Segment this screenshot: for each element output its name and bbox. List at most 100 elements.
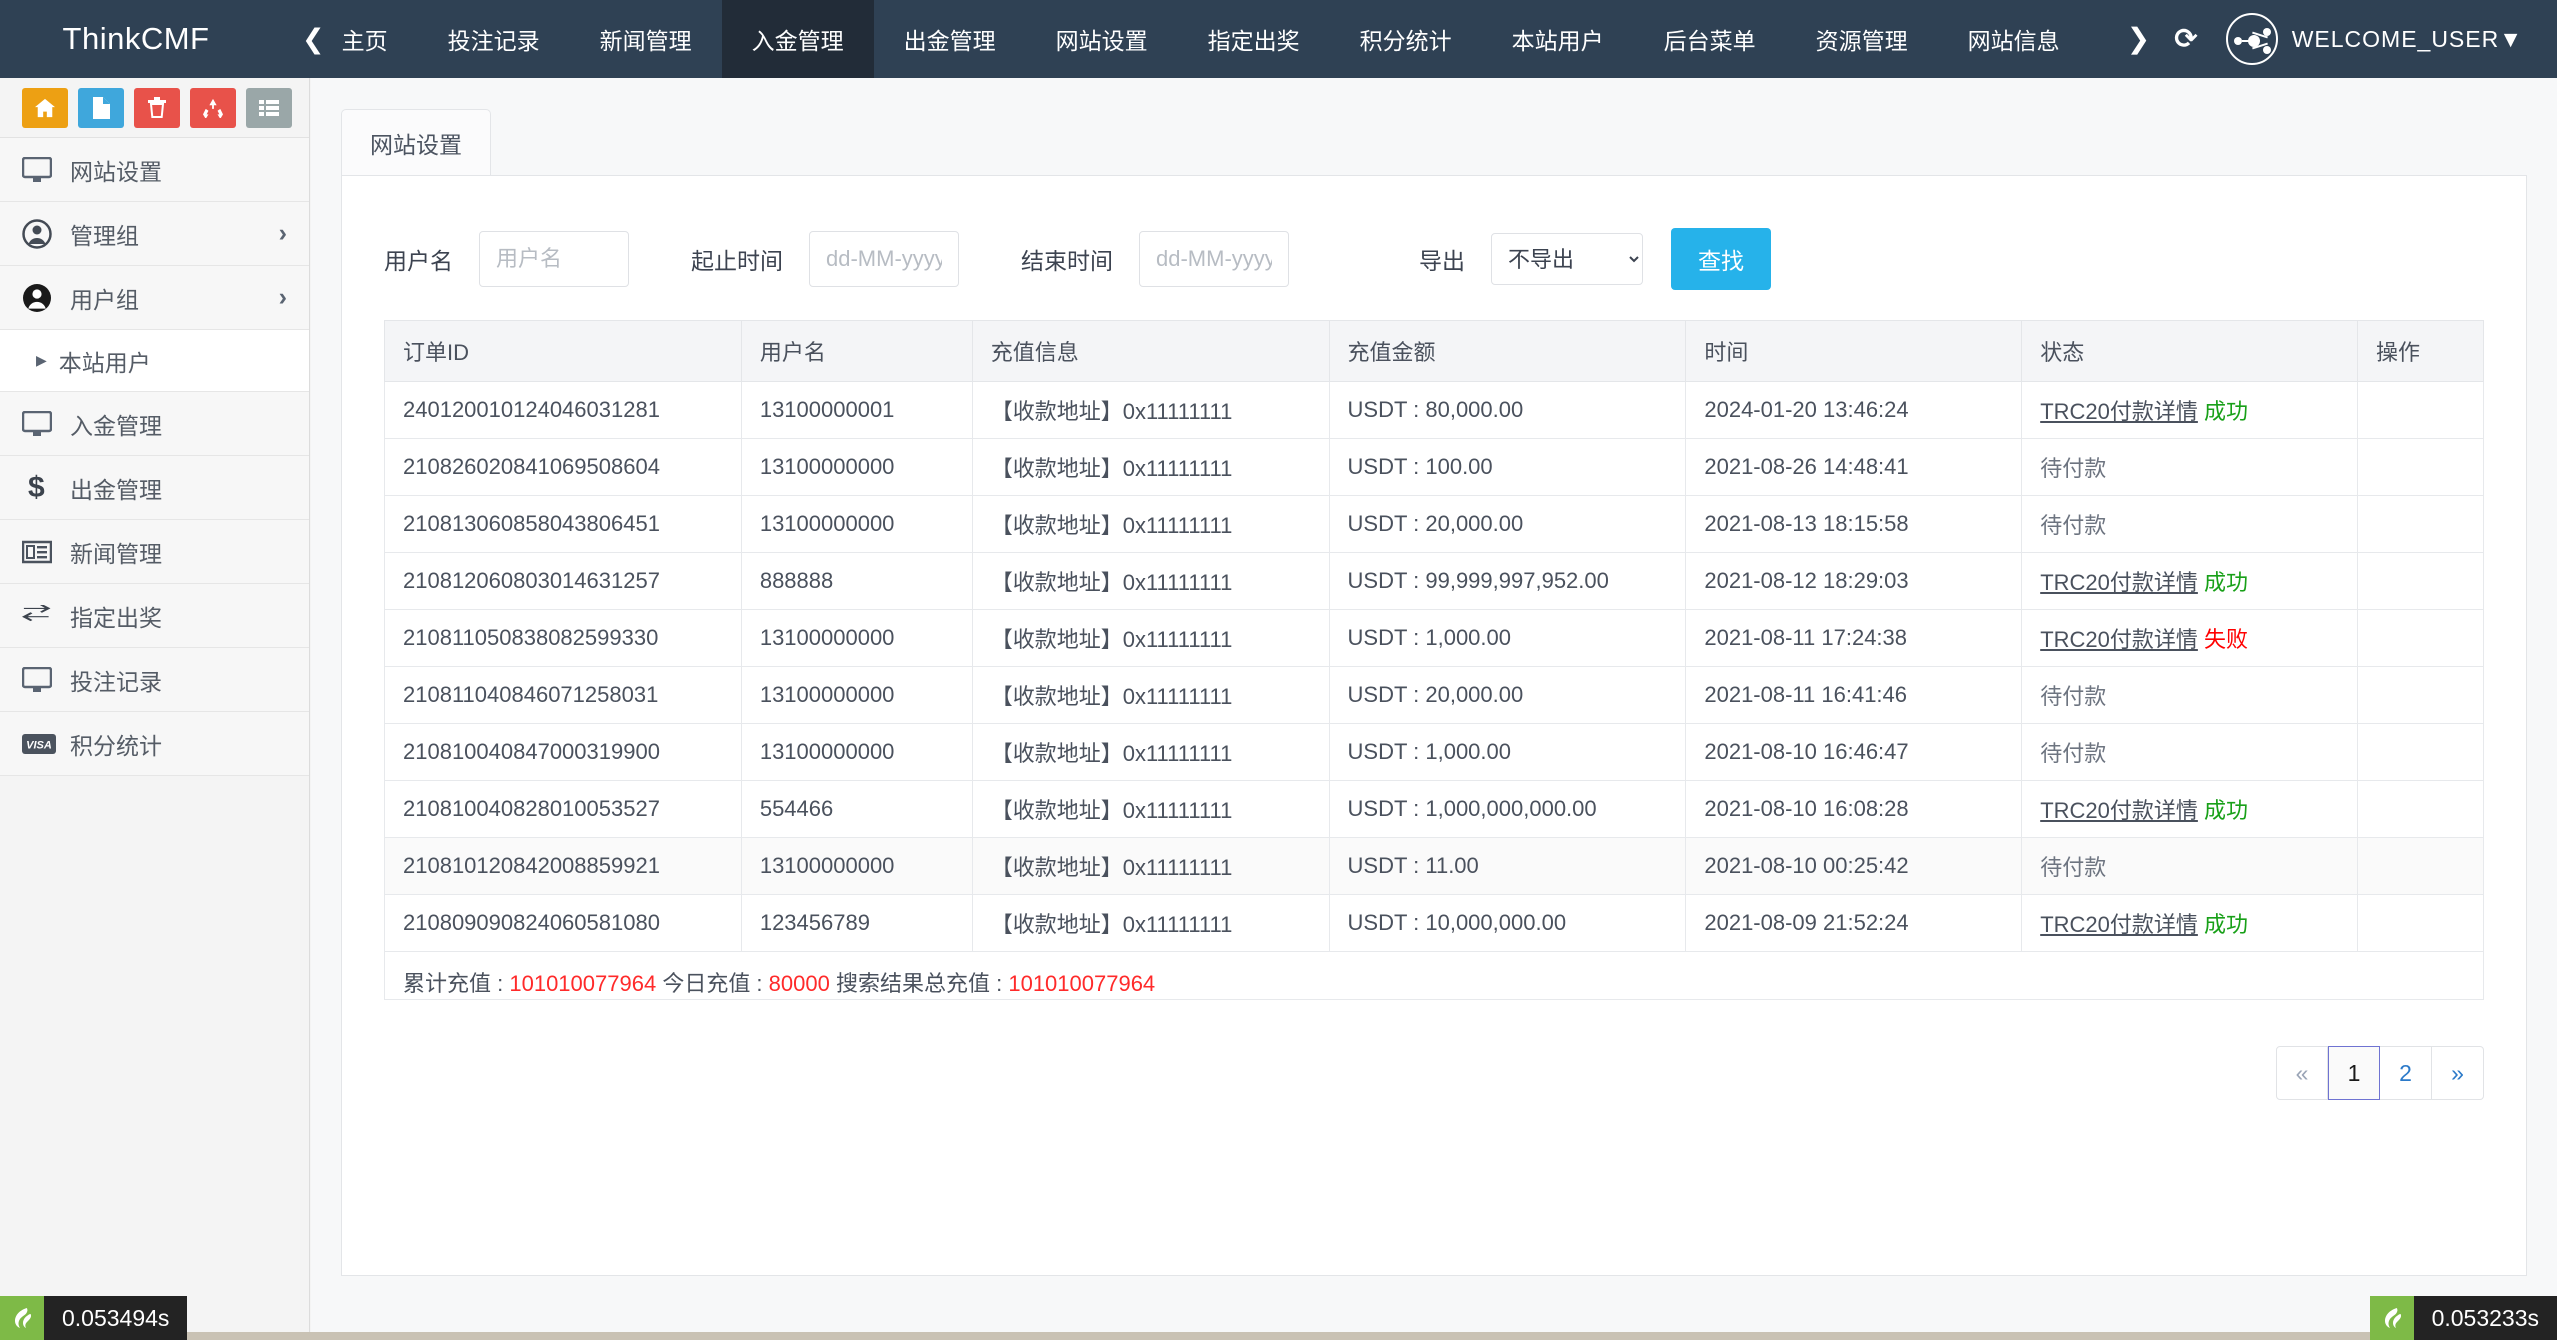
cell-action bbox=[2357, 723, 2484, 781]
table-row: 210810040828010053527 554466 【收款地址】0x11111… bbox=[384, 780, 2484, 838]
username-input[interactable] bbox=[479, 231, 629, 287]
cell-time: 2021-08-26 14:48:41 bbox=[1685, 438, 2023, 496]
chevron-right-icon[interactable]: ❯ bbox=[2115, 25, 2162, 53]
payment-detail-link[interactable]: TRC20付款详情 bbox=[2040, 912, 2198, 937]
visa-icon: VISA bbox=[22, 733, 64, 755]
nav-item-resource-management[interactable]: 资源管理 bbox=[1786, 0, 1938, 78]
search-button[interactable]: 查找 bbox=[1671, 228, 1771, 290]
cell-order-id: 210826020841069508604 bbox=[384, 438, 742, 496]
cell-action bbox=[2357, 837, 2484, 895]
sidebar-item-designated-prize[interactable]: 指定出奖 bbox=[0, 584, 309, 648]
refresh-icon[interactable]: ⟳ bbox=[2162, 25, 2209, 53]
trash-icon[interactable] bbox=[134, 87, 180, 128]
cell-recharge-info: 【收款地址】0x11111111 bbox=[971, 552, 1330, 610]
file-icon[interactable] bbox=[78, 87, 124, 128]
status-badge: 待付款 bbox=[2040, 684, 2107, 709]
trace-widget-left[interactable]: 0.053494s bbox=[0, 1296, 188, 1340]
table-row: 210826020841069508604 13100000000 【收款地址】0x… bbox=[384, 438, 2484, 496]
sidebar-item-site-settings[interactable]: 网站设置 bbox=[0, 138, 309, 202]
nav-item-label: 网站设置 bbox=[1055, 28, 1148, 54]
start-date-input[interactable] bbox=[809, 231, 959, 287]
cell-amount: USDT : 99,999,997,952.00 bbox=[1328, 552, 1687, 610]
sidebar-item-admin-group[interactable]: 管理组 › bbox=[0, 202, 309, 266]
payment-detail-link[interactable]: TRC20付款详情 bbox=[2040, 798, 2198, 823]
nav-item-label: 网站信息 bbox=[1967, 28, 2060, 54]
nav-item-withdraw-management[interactable]: 出金管理 bbox=[874, 0, 1026, 78]
avatar[interactable] bbox=[2225, 13, 2278, 65]
trace-widget-right[interactable]: 0.053233s bbox=[2369, 1296, 2557, 1340]
table-head: 订单ID 用户名 充值信息 充值金额 时间 状态 操作 bbox=[384, 320, 2484, 382]
think-leaf-icon bbox=[0, 1296, 44, 1340]
cell-status: TRC20付款详情 成功 bbox=[2021, 780, 2359, 838]
nav-item-designated-prize[interactable]: 指定出奖 bbox=[1178, 0, 1330, 78]
nav-item-points-statistics[interactable]: 积分统计 bbox=[1330, 0, 1482, 78]
app-brand[interactable]: ThinkCMF bbox=[0, 0, 272, 78]
status-badge: 成功 bbox=[2204, 912, 2249, 937]
payment-detail-link[interactable]: TRC20付款详情 bbox=[2040, 570, 2198, 595]
nav-item-deposit-management[interactable]: 入金管理 bbox=[721, 0, 874, 78]
list-icon[interactable] bbox=[246, 87, 292, 128]
end-date-input[interactable] bbox=[1139, 231, 1289, 287]
cell-status: TRC20付款详情 成功 bbox=[2021, 552, 2359, 610]
nav-item-site-users[interactable]: 本站用户 bbox=[1482, 0, 1634, 78]
cell-amount: USDT : 80,000.00 bbox=[1328, 381, 1687, 439]
sidebar-item-user-group[interactable]: 用户组 › bbox=[0, 266, 309, 330]
cell-time: 2021-08-13 18:15:58 bbox=[1685, 495, 2023, 553]
cell-amount: USDT : 1,000.00 bbox=[1328, 723, 1687, 781]
nav-item-home[interactable]: ❮ 主页 bbox=[272, 0, 418, 78]
payment-detail-link[interactable]: TRC20付款详情 bbox=[2040, 627, 2198, 652]
cell-time: 2021-08-12 18:29:03 bbox=[1685, 552, 2023, 610]
pagination: « 1 2 » bbox=[2276, 1046, 2484, 1100]
bottom-strip bbox=[0, 1332, 2557, 1340]
table-row: 210812060803014631257 888888 【收款地址】0x11111… bbox=[384, 552, 2484, 610]
sidebar-item-withdraw-management[interactable]: $ 出金管理 bbox=[0, 456, 309, 520]
page-last-button[interactable]: » bbox=[2432, 1046, 2484, 1100]
content-panel: 用户名 起止时间 结束时间 导出 不导出导出 查找 订单ID 用户名 充值信息 … bbox=[341, 176, 2527, 1276]
table-row: 210813060858043806451 13100000000 【收款地址】0x… bbox=[384, 495, 2484, 553]
nav-item-betting-records[interactable]: 投注记录 bbox=[418, 0, 570, 78]
total-recharge-label: 累计充值 : bbox=[403, 971, 504, 996]
monitor-icon bbox=[22, 156, 64, 183]
page-first-button[interactable]: « bbox=[2276, 1046, 2328, 1100]
nav-item-news-management[interactable]: 新闻管理 bbox=[570, 0, 722, 78]
nav-item-site-info[interactable]: 网站信息 bbox=[1938, 0, 2090, 78]
sidebar-item-deposit-management[interactable]: 入金管理 bbox=[0, 392, 309, 456]
cell-recharge-info: 【收款地址】0x11111111 bbox=[971, 609, 1330, 667]
cell-recharge-info: 【收款地址】0x11111111 bbox=[971, 495, 1330, 553]
page-button-1[interactable]: 1 bbox=[2328, 1046, 2380, 1100]
recycle-icon[interactable] bbox=[190, 87, 236, 128]
cell-status: 待付款 bbox=[2021, 495, 2359, 553]
table-row: 210810120842008859921 13100000000 【收款地址】0x… bbox=[384, 837, 2484, 895]
sidebar-chevron: › bbox=[278, 219, 287, 247]
cell-order-id: 210810120842008859921 bbox=[384, 837, 742, 895]
nav-item-backend-menu[interactable]: 后台菜单 bbox=[1634, 0, 1786, 78]
username-label: 用户名 bbox=[384, 248, 453, 274]
export-select[interactable]: 不导出导出 bbox=[1491, 233, 1643, 285]
export-label: 导出 bbox=[1419, 248, 1465, 274]
newspaper-icon bbox=[22, 540, 64, 564]
cell-time: 2024-01-20 13:46:24 bbox=[1685, 381, 2023, 439]
sidebar-toolbar bbox=[0, 78, 309, 138]
page-button-2[interactable]: 2 bbox=[2380, 1046, 2432, 1100]
nav-item-label: 积分统计 bbox=[1359, 28, 1452, 54]
home-icon[interactable] bbox=[22, 87, 68, 128]
sidebar-item-site-users[interactable]: ▶ 本站用户 bbox=[0, 330, 309, 392]
sidebar-item-news-management[interactable]: 新闻管理 bbox=[0, 520, 309, 584]
cell-amount: USDT : 1,000.00 bbox=[1328, 609, 1687, 667]
sidebar-item-points-statistics[interactable]: VISA 积分统计 bbox=[0, 712, 309, 776]
cell-order-id: 210811050838082599330 bbox=[384, 609, 742, 667]
cell-recharge-info: 【收款地址】0x11111111 bbox=[971, 438, 1330, 496]
sidebar-item-betting-records[interactable]: 投注记录 bbox=[0, 648, 309, 712]
nav-item-label: 新闻管理 bbox=[599, 28, 692, 54]
payment-detail-link[interactable]: TRC20付款详情 bbox=[2040, 399, 2198, 424]
user-menu[interactable]: WELCOME_USER▼ bbox=[2292, 26, 2537, 53]
cell-action bbox=[2357, 381, 2484, 439]
cell-amount: USDT : 20,000.00 bbox=[1328, 495, 1687, 553]
tab-strip: 网站设置 bbox=[341, 109, 2527, 176]
nav-item-label: 资源管理 bbox=[1815, 28, 1908, 54]
nav-item-site-settings[interactable]: 网站设置 bbox=[1026, 0, 1178, 78]
sidebar-item-label: 本站用户 bbox=[58, 349, 151, 376]
status-badge: 失败 bbox=[2204, 627, 2249, 652]
today-recharge-value: 80000 bbox=[768, 971, 830, 996]
tab-site-settings[interactable]: 网站设置 bbox=[341, 109, 491, 175]
